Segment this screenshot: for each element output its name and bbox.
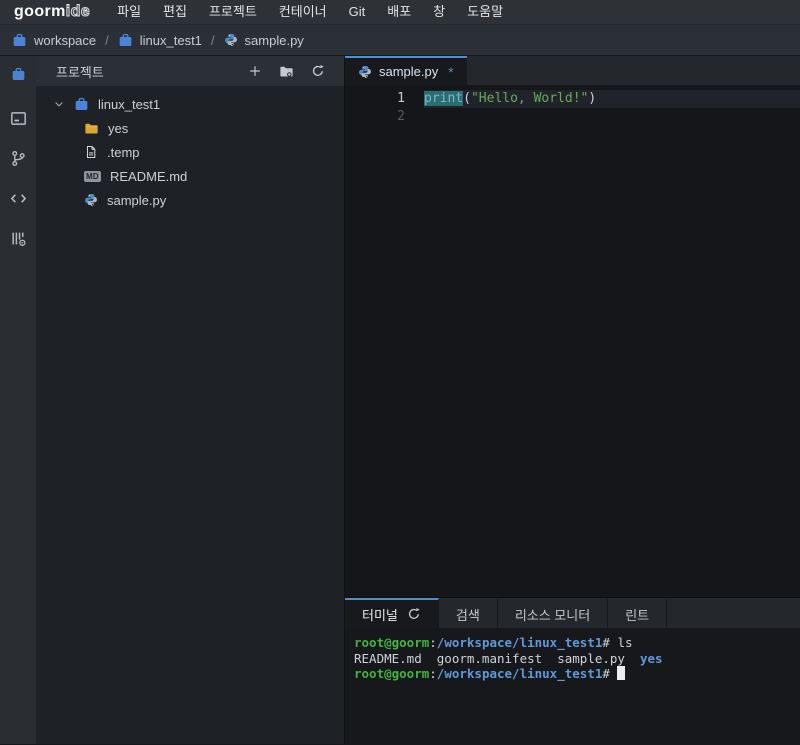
markdown-icon: MD	[84, 170, 101, 182]
breadcrumb-label: linux_test1	[139, 32, 202, 48]
menu-items: 파일 편집 프로젝트 컨테이너 Git 배포 창 도움말	[106, 0, 514, 24]
briefcase-icon	[118, 33, 133, 48]
tree-item-label: linux_test1	[98, 96, 161, 112]
file-tree: linux_test1yes .temp MD README.md sample.py	[36, 86, 344, 212]
bottom-panel-tabs: 터미널 검색 리소스 모니터 린트	[345, 598, 800, 628]
explorer-actions	[248, 64, 325, 79]
explorer-title: 프로젝트	[56, 64, 104, 80]
panel-tab-search[interactable]: 검색	[439, 598, 498, 628]
breadcrumb-label: sample.py	[244, 32, 304, 48]
activity-bar	[0, 56, 36, 744]
top-menu-bar: goorm ide 파일 편집 프로젝트 컨테이너 Git 배포 창 도움말	[0, 0, 800, 24]
chevron-down-icon[interactable]	[53, 98, 66, 110]
panel-tab-label: 터미널	[362, 607, 398, 623]
breadcrumb-item-linux_test1[interactable]: linux_test1	[118, 33, 202, 48]
menu-item-project[interactable]: 프로젝트	[198, 0, 268, 24]
panel-tab-label: 리소스 모니터	[514, 607, 591, 623]
activity-item-git[interactable]	[4, 144, 32, 172]
breadcrumb: workspace / linux_test1 / sample.py	[0, 24, 800, 56]
tree-item-sample-py[interactable]: sample.py	[36, 188, 344, 212]
main-area: 프로젝트 linux_test1yes .temp MD README.md sampl…	[0, 56, 800, 744]
line-number: 2	[397, 109, 405, 124]
editor-column: sample.py * 1 print("Hello, World!") 2 터미널…	[345, 56, 800, 744]
new-file-button[interactable]	[248, 64, 262, 78]
editor-tab-bar: sample.py *	[345, 56, 800, 85]
breadcrumb-label: workspace	[34, 32, 97, 48]
folder-icon	[84, 121, 99, 136]
unsaved-indicator: *	[448, 63, 454, 80]
terminal-line: root@goorm:/workspace/linux_test1#	[354, 666, 791, 682]
terminal-refresh-icon[interactable]	[407, 607, 421, 621]
tree-item-label: yes	[108, 120, 129, 136]
menu-item-help[interactable]: 도움말	[456, 0, 514, 24]
code-line-1: 1 print("Hello, World!")	[345, 90, 800, 108]
breadcrumb-separator: /	[210, 32, 215, 48]
line-number: 1	[397, 91, 405, 106]
python-icon	[84, 193, 98, 207]
tree-item-linux_test1[interactable]: linux_test1	[36, 92, 344, 116]
menu-item-git[interactable]: Git	[338, 0, 377, 24]
terminal-line: README.md goorm.manifest sample.py yes	[354, 650, 663, 666]
activity-item-console[interactable]	[4, 104, 32, 132]
menu-item-edit[interactable]: 편집	[152, 0, 198, 24]
panel-tab-label: 린트	[625, 607, 650, 623]
git-branch-icon	[10, 150, 27, 167]
editor-tab-label: sample.py	[379, 64, 439, 79]
panel-tab-resource-monitor[interactable]: 리소스 모니터	[498, 598, 609, 628]
menu-item-deploy[interactable]: 배포	[376, 0, 422, 24]
code-icon	[10, 190, 27, 207]
goormide-logo: goorm ide	[14, 0, 90, 24]
logo-text-goorm: goorm	[14, 3, 66, 20]
briefcase-icon	[11, 67, 26, 82]
panel-tab-terminal[interactable]: 터미널	[345, 598, 439, 628]
briefcase-icon	[12, 33, 27, 48]
code-editor[interactable]: 1 print("Hello, World!") 2	[345, 85, 800, 597]
tree-item-README-md[interactable]: MD README.md	[36, 164, 344, 188]
tree-item-label: .temp	[107, 144, 140, 160]
breadcrumb-item-sample-py[interactable]: sample.py	[224, 33, 304, 48]
console-icon	[10, 110, 27, 127]
editor-tab-sample-py[interactable]: sample.py *	[345, 56, 467, 85]
file-icon	[84, 145, 98, 159]
logo-text-ide: ide	[65, 3, 91, 21]
code-line-text: print("Hello, World!")	[424, 90, 800, 108]
code-line-2: 2	[345, 108, 800, 126]
tree-item-label: README.md	[110, 168, 188, 184]
tree-item--temp[interactable]: .temp	[36, 140, 344, 164]
menu-item-container[interactable]: 컨테이너	[268, 0, 338, 24]
terminal-output[interactable]: root@goorm:/workspace/linux_test1# ls REA…	[345, 628, 800, 744]
activity-item-container[interactable]	[4, 224, 32, 252]
tree-item-label: sample.py	[107, 192, 167, 208]
new-folder-button[interactable]	[279, 64, 294, 79]
briefcase-icon	[74, 97, 89, 112]
container-icon	[10, 230, 27, 247]
breadcrumb-item-workspace[interactable]: workspace	[12, 33, 96, 48]
panel-tab-lint[interactable]: 린트	[608, 598, 668, 628]
bottom-panel: 터미널 검색 리소스 모니터 린트 root@goorm:/workspace/lin…	[345, 597, 800, 744]
menu-item-file[interactable]: 파일	[106, 0, 152, 24]
python-icon	[224, 33, 238, 47]
python-icon	[358, 65, 372, 79]
explorer-panel: 프로젝트 linux_test1yes .temp MD README.md sampl…	[36, 56, 345, 744]
breadcrumb-separator: /	[105, 32, 109, 48]
explorer-header: 프로젝트	[36, 56, 344, 86]
tree-item-yes[interactable]: yes	[36, 116, 344, 140]
activity-item-project[interactable]	[4, 60, 32, 88]
terminal-line: root@goorm:/workspace/linux_test1# ls	[354, 635, 633, 650]
panel-tab-label: 검색	[455, 607, 480, 623]
terminal-cursor	[617, 666, 626, 680]
refresh-button[interactable]	[311, 64, 325, 78]
activity-item-code[interactable]	[4, 184, 32, 212]
menu-item-window[interactable]: 창	[422, 0, 456, 24]
